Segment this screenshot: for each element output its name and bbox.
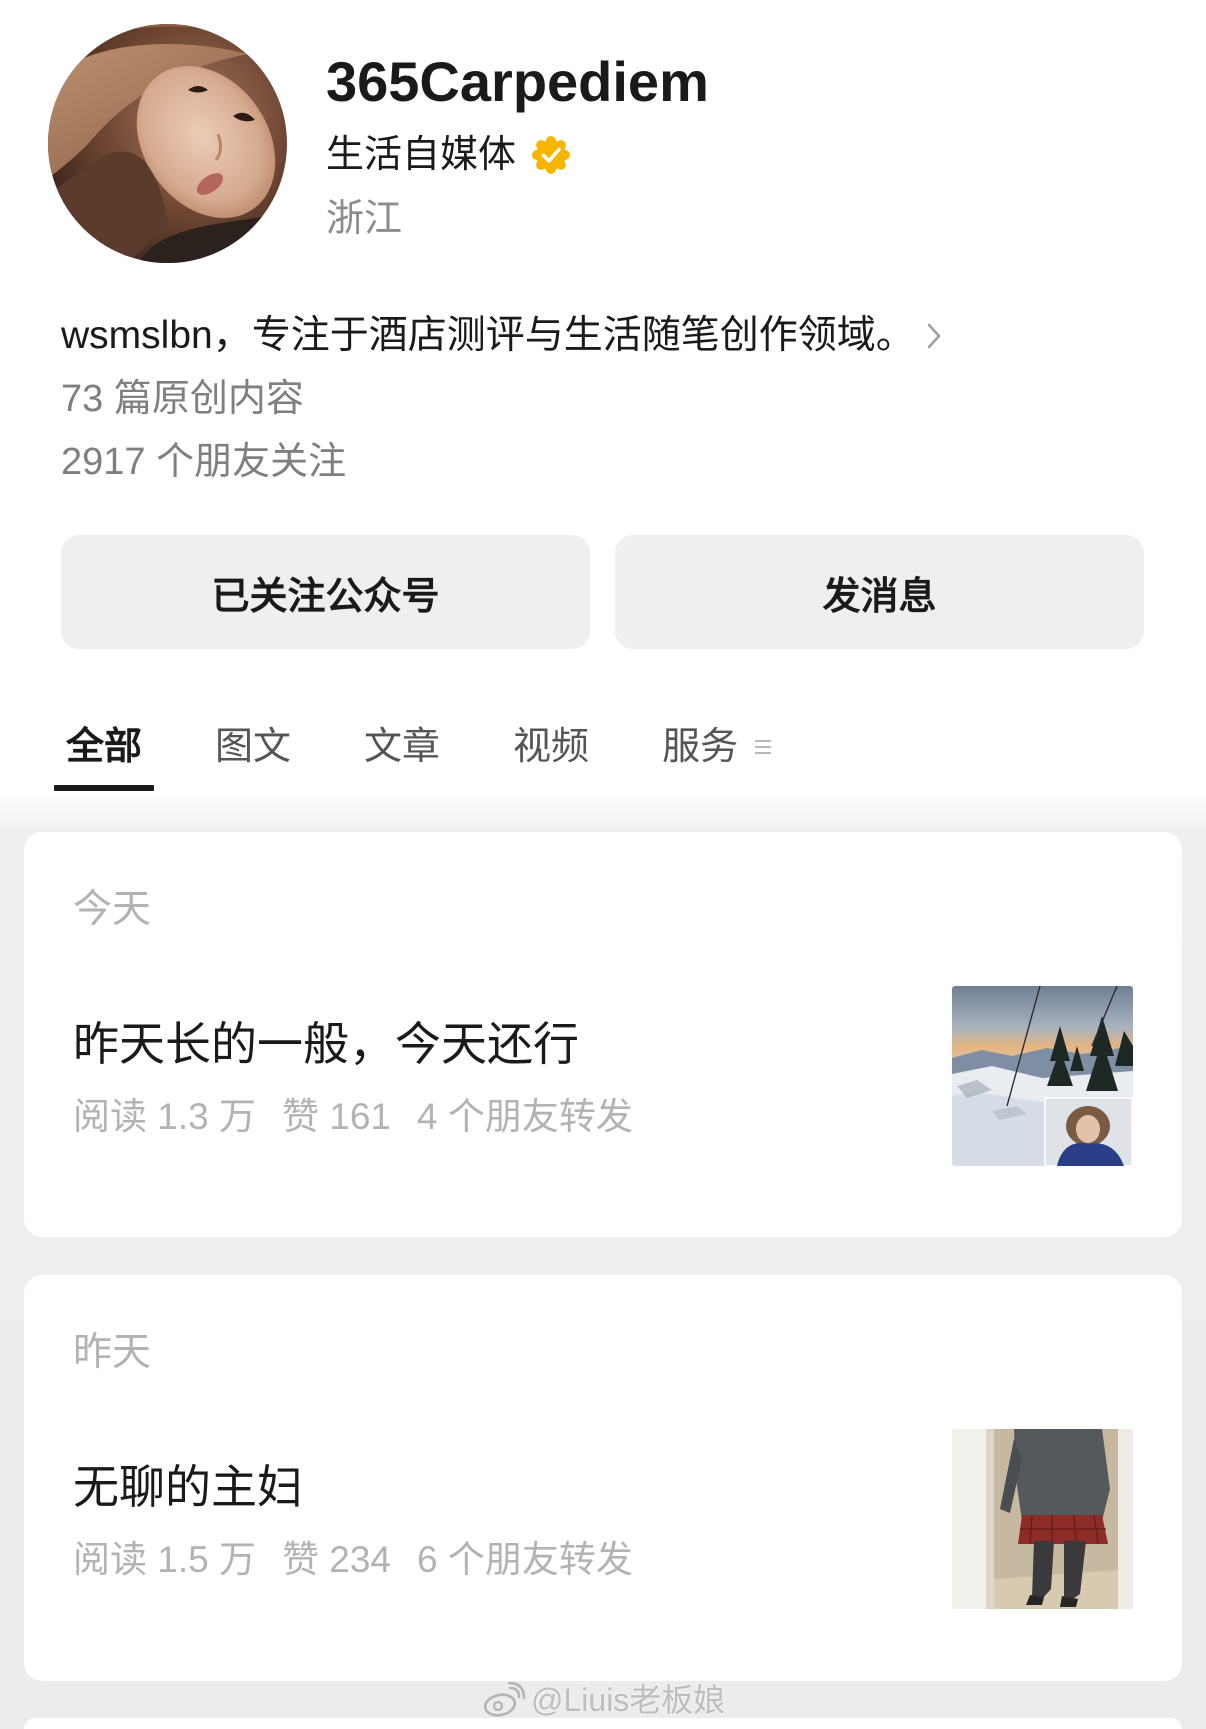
verified-badge-icon	[532, 136, 571, 174]
tab-videos[interactable]: 视频	[513, 723, 589, 771]
article-card[interactable]: 昨天 无聊的主妇 阅读 1.5 万 赞 234 6 个朋友转发	[24, 1275, 1182, 1681]
article-card-next[interactable]	[24, 1718, 1182, 1729]
send-message-label: 发消息	[822, 575, 937, 618]
article-thumbnail-image	[952, 986, 1133, 1166]
tab-articles[interactable]: 文章	[364, 723, 440, 771]
friends-following-count: 2917 个朋友关注	[61, 441, 347, 483]
article-stats: 阅读 1.3 万 赞 161 4 个朋友转发	[73, 1093, 633, 1141]
article-read-count: 阅读 1.5 万	[73, 1539, 256, 1580]
article-title: 无聊的主妇	[73, 1461, 303, 1513]
tab-all[interactable]: 全部	[53, 723, 155, 791]
article-date-group: 昨天	[73, 1331, 152, 1374]
article-friend-shares: 4 个朋友转发	[417, 1096, 633, 1137]
followed-account-button[interactable]: 已关注公众号	[61, 535, 590, 649]
article-thumbnail-image	[952, 1429, 1133, 1609]
thumb-inset-portrait	[1044, 1097, 1133, 1166]
tab-services[interactable]: 服务	[662, 723, 738, 771]
article-date-group: 今天	[73, 888, 152, 931]
avatar[interactable]	[48, 24, 287, 263]
article-like-count: 赞 234	[282, 1539, 392, 1580]
article-title: 昨天长的一般，今天还行	[73, 1018, 579, 1070]
chevron-right-icon	[927, 323, 940, 349]
account-name: 365Carpediem	[326, 50, 709, 113]
article-read-count: 阅读 1.3 万	[73, 1096, 256, 1137]
article-card[interactable]: 今天 昨天长的一般，今天还行 阅读 1.3 万 赞 161 4 个朋友转发	[24, 832, 1182, 1237]
article-thumbnail	[952, 1429, 1133, 1609]
send-message-button[interactable]: 发消息	[615, 535, 1144, 649]
original-content-count: 73 篇原创内容	[61, 378, 304, 420]
article-thumbnail	[952, 986, 1133, 1166]
account-bio[interactable]: wsmslbn，专注于酒店测评与生活随笔创作领域。	[61, 312, 941, 360]
article-stats: 阅读 1.5 万 赞 234 6 个朋友转发	[73, 1536, 633, 1584]
account-location: 浙江	[326, 198, 403, 240]
article-like-count: 赞 161	[282, 1096, 392, 1137]
account-bio-text: wsmslbn，专注于酒店测评与生活随笔创作领域。	[61, 314, 915, 357]
avatar-photo	[48, 24, 287, 263]
menu-icon[interactable]	[754, 739, 772, 755]
followed-account-label: 已关注公众号	[211, 575, 440, 618]
content-tabs: 全部 图文 文章 视频 服务	[53, 723, 772, 791]
account-category: 生活自媒体	[326, 134, 517, 176]
tab-image-text[interactable]: 图文	[215, 723, 291, 771]
account-category-row: 生活自媒体	[326, 131, 571, 179]
article-friend-shares: 6 个朋友转发	[417, 1539, 633, 1580]
